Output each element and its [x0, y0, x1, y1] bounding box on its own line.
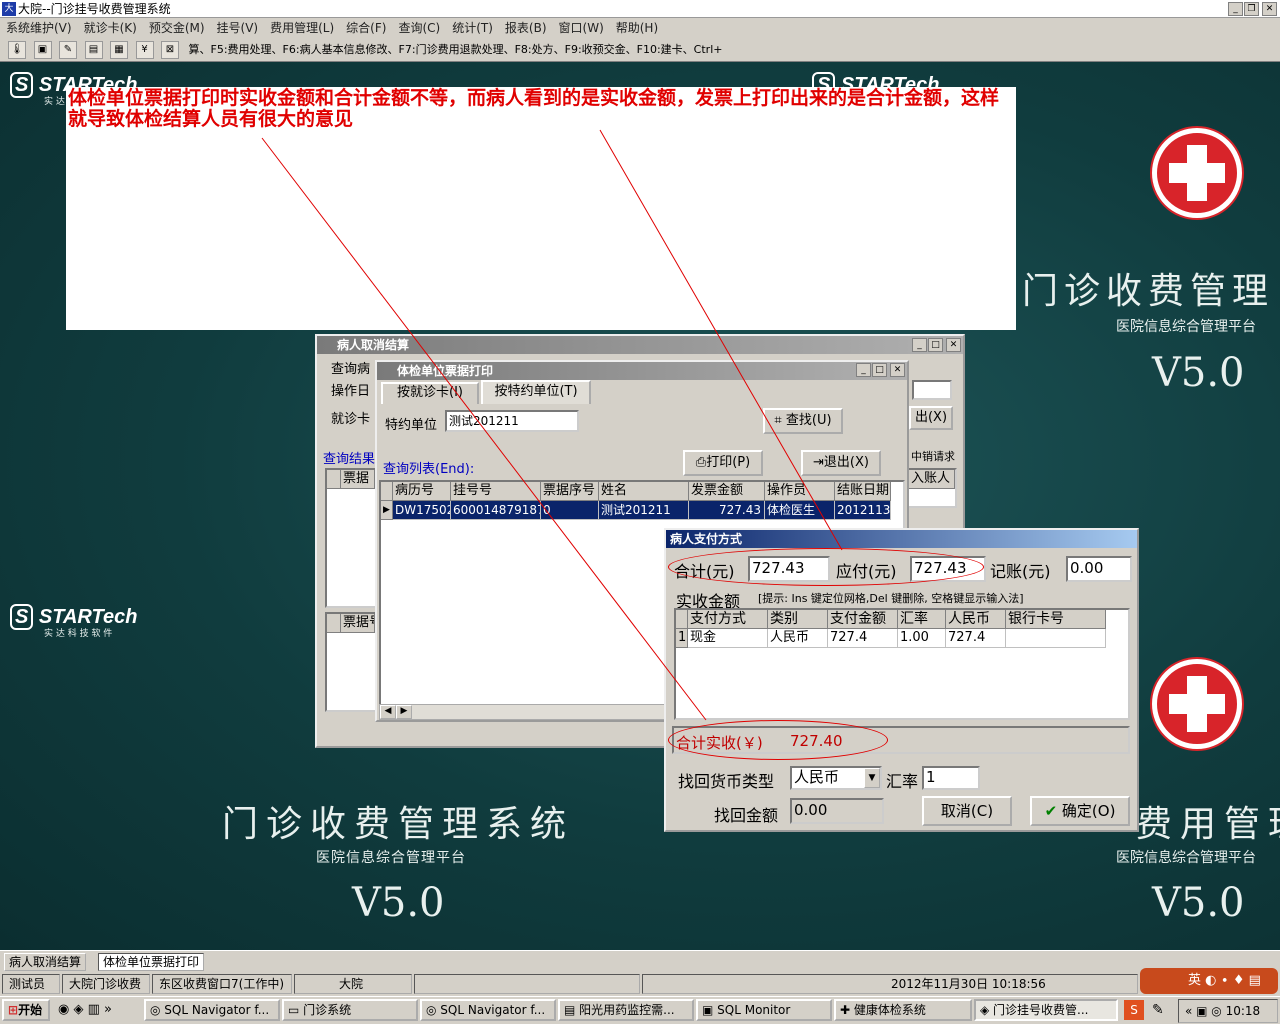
status-site: 大院 [294, 974, 412, 994]
system-tray: « ▣ ◎ 10:18 [1178, 999, 1278, 1023]
annotation-lines [261, 129, 843, 721]
window-tab-cancel[interactable]: 病人取消结算 [4, 953, 87, 971]
pointer-line [261, 137, 707, 721]
pointer-line [599, 129, 843, 551]
status-blank [414, 974, 640, 994]
status-window: 东区收费窗口7(工作中) [152, 974, 292, 994]
s-app-icon[interactable]: S [1124, 1000, 1144, 1020]
app-icon: ◎ [150, 1003, 165, 1017]
status-datetime: 2012年11月30日 10:18:56 [642, 974, 1138, 994]
taskbar-item[interactable]: ▭ 门诊系统 [282, 999, 418, 1021]
app-icon: ◈ [980, 1003, 994, 1017]
taskbar-item[interactable]: ✚ 健康体检系统 [834, 999, 972, 1021]
start-button[interactable]: ⊞开始 [2, 999, 50, 1021]
status-user: 测试员 [2, 974, 60, 994]
taskbar-item-label: 门诊系统 [303, 1003, 352, 1017]
taskbar-item[interactable]: ▣ SQL Monitor [696, 999, 832, 1021]
taskbar-item-label: SQL Navigator f... [164, 1003, 270, 1017]
status-hospital: 大院门诊收费 [62, 974, 150, 994]
taskbar-item[interactable]: ▤ 阳光用药监控需... [558, 999, 694, 1021]
windows-logo-icon: ⊞ [8, 1003, 19, 1017]
app-icon: ✚ [840, 1003, 854, 1017]
clock: 10:18 [1225, 1004, 1261, 1018]
app-icon: ▣ [702, 1003, 718, 1017]
ime-toolbar[interactable]: 英 ◐ ∙ ♦ ▤ [1140, 968, 1278, 994]
taskbar-item[interactable]: ◈ 门诊挂号收费管... [974, 999, 1118, 1021]
pen-icon[interactable]: ✎ [1152, 1002, 1164, 1018]
app-icon: ▭ [288, 1003, 304, 1017]
quicklaunch-icons[interactable]: ◉ ◈ ▥ » [58, 1002, 112, 1017]
app-icon: ▤ [564, 1003, 580, 1017]
taskbar-item-label: SQL Monitor [717, 1003, 791, 1017]
taskbar-item[interactable]: ◎ SQL Navigator f... [144, 999, 280, 1021]
taskbar-item-label: SQL Navigator f... [440, 1003, 546, 1017]
window-tab-print[interactable]: 体检单位票据打印 [98, 953, 205, 971]
taskbar-item[interactable]: ◎ SQL Navigator f... [420, 999, 556, 1021]
taskbar-item-label: 门诊挂号收费管... [993, 1003, 1089, 1017]
window-tabs-bar: 病人取消结算 体检单位票据打印 [0, 950, 1280, 972]
app-icon: ◎ [426, 1003, 441, 1017]
taskbar-item-label: 健康体检系统 [853, 1003, 926, 1017]
taskbar-item-label: 阳光用药监控需... [579, 1003, 675, 1017]
